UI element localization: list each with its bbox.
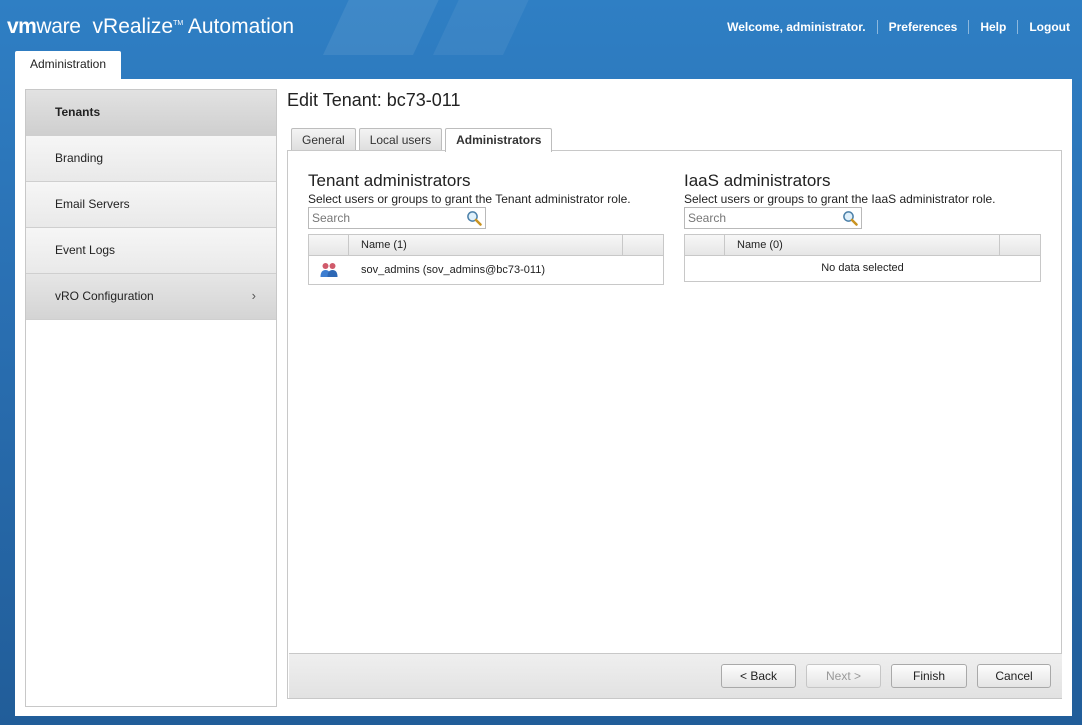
grid-header-name[interactable]: Name (0) — [725, 235, 1000, 255]
sidebar-item-event-logs[interactable]: Event Logs — [26, 228, 276, 274]
page-title: Edit Tenant: bc73-011 — [287, 90, 461, 110]
tenant-admins-title: Tenant administrators — [308, 171, 471, 190]
sidebar-item-label: Tenants — [55, 105, 101, 119]
grid-header-name[interactable]: Name (1) — [349, 235, 623, 255]
tab-administrators[interactable]: Administrators — [445, 128, 553, 152]
finish-button[interactable]: Finish — [891, 664, 967, 688]
vmware-logo: vmware vRealizeTM Automation — [7, 15, 295, 38]
sidebar-item-label: Event Logs — [55, 243, 116, 257]
search-icon[interactable] — [842, 210, 858, 226]
grid-header-extra-col — [623, 235, 663, 255]
logout-link[interactable]: Logout — [1029, 20, 1070, 34]
tenant-admins-search-input[interactable] — [309, 208, 485, 228]
nav-separator — [968, 20, 970, 34]
row-name: sov_admins (sov_admins@bc73-011) — [361, 264, 545, 276]
sidebar-item-branding[interactable]: Branding — [26, 136, 276, 182]
table-row[interactable]: sov_admins (sov_admins@bc73-011) — [309, 256, 663, 284]
cancel-button[interactable]: Cancel — [977, 664, 1051, 688]
tenant-admins-section: Tenant administrators Select users or gr… — [308, 171, 631, 229]
tab-local-users[interactable]: Local users — [358, 128, 443, 151]
main-panel: Tenants Branding Email Servers Event Log… — [15, 79, 1072, 716]
chevron-right-icon: › — [251, 288, 256, 303]
iaas-admins-search-input[interactable] — [685, 208, 861, 228]
grid-header: Name (1) — [309, 235, 663, 256]
sidebar-item-label: Email Servers — [55, 197, 130, 211]
iaas-admins-title: IaaS administrators — [684, 171, 831, 190]
help-link[interactable]: Help — [980, 20, 1006, 34]
tab-bar: General Local users Administrators — [291, 128, 555, 152]
wizard-footer: < Back Next > Finish Cancel — [289, 653, 1062, 698]
row-icon-cell — [309, 262, 349, 278]
iaas-admins-section: IaaS administrators Select users or grou… — [684, 171, 996, 229]
nav-separator — [876, 20, 878, 34]
sidebar-item-tenants[interactable]: Tenants — [26, 90, 276, 136]
welcome-text: Welcome, administrator. — [727, 20, 866, 34]
decorative-stripe — [302, 0, 448, 55]
content-area: Edit Tenant: bc73-011 General Local user… — [287, 89, 1062, 707]
iaas-admins-description: Select users or groups to grant the IaaS… — [684, 192, 996, 206]
tenant-admins-search — [308, 207, 486, 229]
next-button[interactable]: Next > — [806, 664, 881, 688]
top-bar: vmware vRealizeTM Automation Welcome, ad… — [0, 0, 1082, 55]
sidebar-item-vro-configuration[interactable]: vRO Configuration › — [26, 274, 276, 320]
tenant-admins-grid: Name (1) sov_admins (sov_admins@bc73-011… — [308, 234, 664, 285]
preferences-link[interactable]: Preferences — [889, 20, 958, 34]
back-button[interactable]: < Back — [721, 664, 796, 688]
tenant-admins-description: Select users or groups to grant the Tena… — [308, 192, 631, 206]
search-icon[interactable] — [466, 210, 482, 226]
sidebar-item-label: vRO Configuration — [55, 289, 154, 303]
nav-separator — [1017, 20, 1019, 34]
iaas-admins-grid: Name (0) No data selected — [684, 234, 1041, 282]
product-name: vRealizeTM Automation — [92, 15, 295, 38]
iaas-admins-search — [684, 207, 862, 229]
tab-administration[interactable]: Administration — [15, 51, 121, 79]
grid-header: Name (0) — [685, 235, 1040, 256]
user-group-icon — [320, 263, 338, 277]
empty-message: No data selected — [821, 262, 904, 274]
grid-header-icon-col — [685, 235, 725, 255]
sidebar-item-email-servers[interactable]: Email Servers — [26, 182, 276, 228]
sidebar-item-label: Branding — [55, 151, 104, 165]
tab-content: Tenant administrators Select users or gr… — [287, 150, 1062, 699]
tab-general[interactable]: General — [291, 128, 356, 151]
grid-header-extra-col — [1000, 235, 1040, 255]
top-nav: Welcome, administrator. Preferences Help… — [727, 20, 1070, 34]
sidebar: Tenants Branding Email Servers Event Log… — [25, 89, 277, 707]
grid-header-icon-col — [309, 235, 349, 255]
